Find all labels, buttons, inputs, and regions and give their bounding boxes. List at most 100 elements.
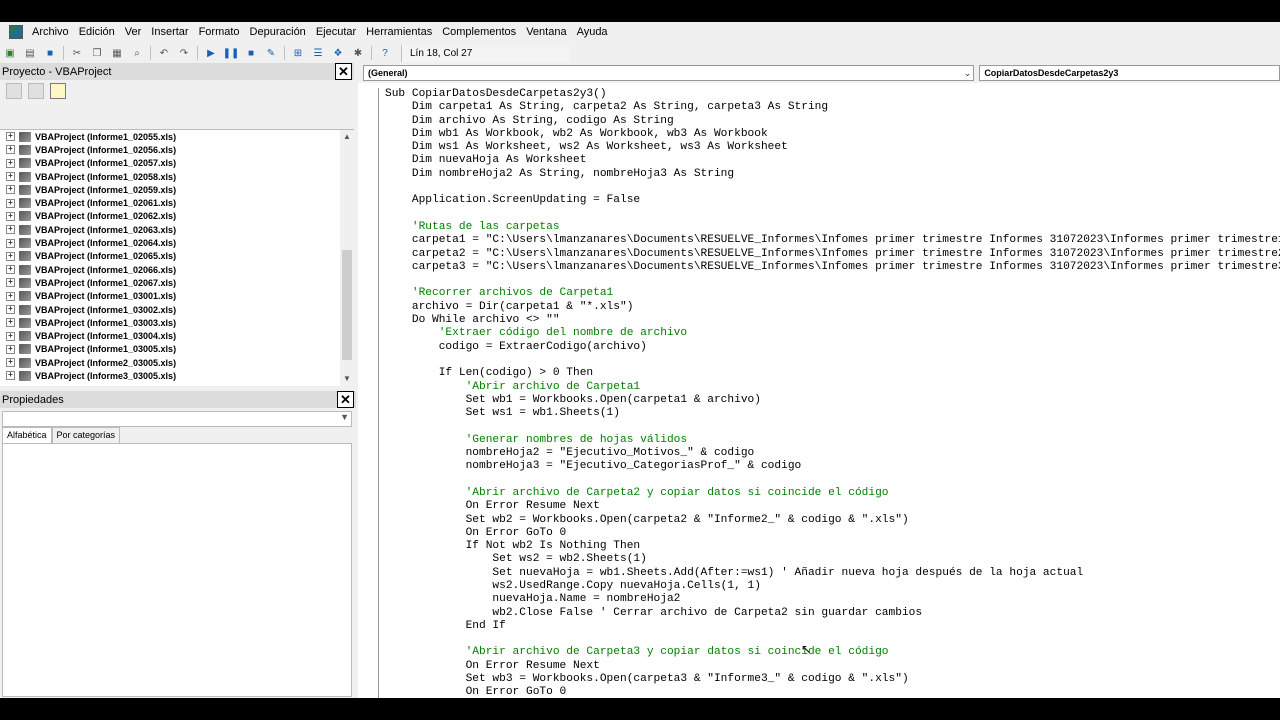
code-line[interactable]: 'Abrir archivo de Carpeta3 y copiar dato…	[379, 646, 1280, 659]
code-line[interactable]	[379, 420, 1280, 433]
project-tree-item[interactable]: + VBAProject (Informe1_02055.xls)	[0, 130, 354, 143]
code-line[interactable]: Dim nombreHoja2 As String, nombreHoja3 A…	[379, 168, 1280, 181]
code-line[interactable]: 'Rutas de las carpetas	[379, 221, 1280, 234]
code-line[interactable]: carpeta2 = "C:\Users\lmanzanares\Documen…	[379, 248, 1280, 261]
code-line[interactable]: On Error GoTo 0	[379, 686, 1280, 698]
insert-module-icon[interactable]: ▤	[23, 46, 37, 60]
menu-ayuda[interactable]: Ayuda	[572, 22, 613, 42]
procedure-select[interactable]: CopiarDatosDesdeCarpetas2y3	[979, 65, 1280, 81]
expand-icon[interactable]: +	[6, 185, 15, 195]
code-line[interactable]	[379, 633, 1280, 646]
code-line[interactable]: carpeta1 = "C:\Users\lmanzanares\Documen…	[379, 234, 1280, 247]
project-tree-item[interactable]: + VBAProject (Informe1_03004.xls)	[0, 329, 354, 342]
code-line[interactable]: Dim archivo As String, codigo As String	[379, 115, 1280, 128]
menu-archivo[interactable]: Archivo	[27, 22, 74, 42]
code-line[interactable]: If Len(codigo) > 0 Then	[379, 367, 1280, 380]
code-line[interactable]: Set ws2 = wb2.Sheets(1)	[379, 553, 1280, 566]
scroll-down-icon[interactable]: ▼	[340, 372, 354, 386]
code-line[interactable]: carpeta3 = "C:\Users\lmanzanares\Documen…	[379, 261, 1280, 274]
project-tree-item[interactable]: + VBAProject (Informe1_02056.xls)	[0, 143, 354, 156]
code-editor[interactable]: Sub CopiarDatosDesdeCarpetas2y3() Dim ca…	[378, 88, 1280, 698]
toolbox-icon[interactable]: ✱	[351, 46, 365, 60]
code-line[interactable]: Set wb1 = Workbooks.Open(carpeta1 & arch…	[379, 394, 1280, 407]
stop-icon[interactable]: ■	[244, 46, 258, 60]
project-tree-item[interactable]: + VBAProject (Informe3_03005.xls)	[0, 369, 354, 382]
project-tree-item[interactable]: + VBAProject (Informe1_02063.xls)	[0, 223, 354, 236]
code-line[interactable]: Set ws1 = wb1.Sheets(1)	[379, 407, 1280, 420]
code-line[interactable]	[379, 474, 1280, 487]
scroll-up-icon[interactable]: ▲	[340, 130, 354, 144]
code-line[interactable]: Sub CopiarDatosDesdeCarpetas2y3()	[379, 88, 1280, 101]
expand-icon[interactable]: +	[6, 132, 15, 142]
project-tree-item[interactable]: + VBAProject (Informe1_03002.xls)	[0, 303, 354, 316]
design-mode-icon[interactable]: ✎	[264, 46, 278, 60]
menu-edicion[interactable]: Edición	[74, 22, 120, 42]
expand-icon[interactable]: +	[6, 371, 15, 381]
scroll-thumb[interactable]	[342, 250, 352, 360]
code-line[interactable]: Dim carpeta1 As String, carpeta2 As Stri…	[379, 101, 1280, 114]
menu-complementos[interactable]: Complementos	[437, 22, 521, 42]
view-object-icon[interactable]	[28, 83, 44, 99]
code-line[interactable]: End If	[379, 620, 1280, 633]
find-icon[interactable]: ⌕	[130, 46, 144, 60]
tab-alfabetica[interactable]: Alfabética	[2, 427, 52, 443]
project-tree-item[interactable]: + VBAProject (Informe1_02059.xls)	[0, 183, 354, 196]
save-icon[interactable]: ■	[43, 46, 57, 60]
code-line[interactable]	[379, 208, 1280, 221]
project-tree-scrollbar[interactable]: ▲ ▼	[340, 130, 354, 386]
excel-app-icon[interactable]	[9, 25, 23, 39]
menu-depuracion[interactable]: Depuración	[245, 22, 311, 42]
code-line[interactable]: 'Abrir archivo de Carpeta2 y copiar dato…	[379, 487, 1280, 500]
expand-icon[interactable]: +	[6, 211, 15, 221]
code-line[interactable]: Set nuevaHoja = wb1.Sheets.Add(After:=ws…	[379, 567, 1280, 580]
view-excel-icon[interactable]: ▣	[3, 46, 17, 60]
expand-icon[interactable]: +	[6, 358, 15, 368]
code-line[interactable]: Application.ScreenUpdating = False	[379, 194, 1280, 207]
expand-icon[interactable]: +	[6, 251, 15, 261]
project-tree-item[interactable]: + VBAProject (Informe1_02065.xls)	[0, 250, 354, 263]
expand-icon[interactable]: +	[6, 331, 15, 341]
object-browser-icon[interactable]: ❖	[331, 46, 345, 60]
help-icon[interactable]: ?	[378, 46, 392, 60]
code-line[interactable]: On Error Resume Next	[379, 500, 1280, 513]
code-line[interactable]: 'Generar nombres de hojas válidos	[379, 434, 1280, 447]
code-line[interactable]: 'Extraer código del nombre de archivo	[379, 327, 1280, 340]
project-tree-item[interactable]: + VBAProject (Informe1_03005.xls)	[0, 343, 354, 356]
expand-icon[interactable]: +	[6, 172, 15, 182]
menu-ventana[interactable]: Ventana	[521, 22, 571, 42]
expand-icon[interactable]: +	[6, 238, 15, 248]
project-tree-item[interactable]: + VBAProject (Informe2_03005.xls)	[0, 356, 354, 369]
code-line[interactable]: Set wb2 = Workbooks.Open(carpeta2 & "Inf…	[379, 514, 1280, 527]
expand-icon[interactable]: +	[6, 291, 15, 301]
code-line[interactable]: 'Recorrer archivos de Carpeta1	[379, 287, 1280, 300]
code-line[interactable]: archivo = Dir(carpeta1 & "*.xls")	[379, 301, 1280, 314]
expand-icon[interactable]: +	[6, 145, 15, 155]
code-line[interactable]: On Error Resume Next	[379, 660, 1280, 673]
project-explorer-icon[interactable]: ⊞	[291, 46, 305, 60]
code-line[interactable]: On Error GoTo 0	[379, 527, 1280, 540]
cut-icon[interactable]: ✂	[70, 46, 84, 60]
pause-icon[interactable]: ❚❚	[223, 46, 240, 60]
code-line[interactable]: Set wb3 = Workbooks.Open(carpeta3 & "Inf…	[379, 673, 1280, 686]
view-code-icon[interactable]	[6, 83, 22, 99]
run-icon[interactable]: ▶	[204, 46, 218, 60]
copy-icon[interactable]: ❐	[90, 46, 104, 60]
properties-grid[interactable]	[2, 443, 352, 697]
toggle-folders-icon[interactable]	[50, 83, 66, 99]
project-tree-item[interactable]: + VBAProject (Informe1_02064.xls)	[0, 236, 354, 249]
close-project-explorer-button[interactable]: ✕	[335, 63, 352, 80]
project-tree-item[interactable]: + VBAProject (Informe1_02061.xls)	[0, 196, 354, 209]
expand-icon[interactable]: +	[6, 158, 15, 168]
undo-icon[interactable]: ↶	[157, 46, 171, 60]
expand-icon[interactable]: +	[6, 318, 15, 328]
menu-ver[interactable]: Ver	[120, 22, 147, 42]
code-line[interactable]: nombreHoja3 = "Ejecutivo_CategoriasProf_…	[379, 460, 1280, 473]
code-line[interactable]	[379, 181, 1280, 194]
redo-icon[interactable]: ↷	[177, 46, 191, 60]
properties-window-icon[interactable]: ☰	[311, 46, 325, 60]
project-tree-item[interactable]: + VBAProject (Informe1_02062.xls)	[0, 210, 354, 223]
code-line[interactable]	[379, 274, 1280, 287]
menu-ejecutar[interactable]: Ejecutar	[311, 22, 361, 42]
expand-icon[interactable]: +	[6, 344, 15, 354]
paste-icon[interactable]: ▦	[110, 46, 124, 60]
